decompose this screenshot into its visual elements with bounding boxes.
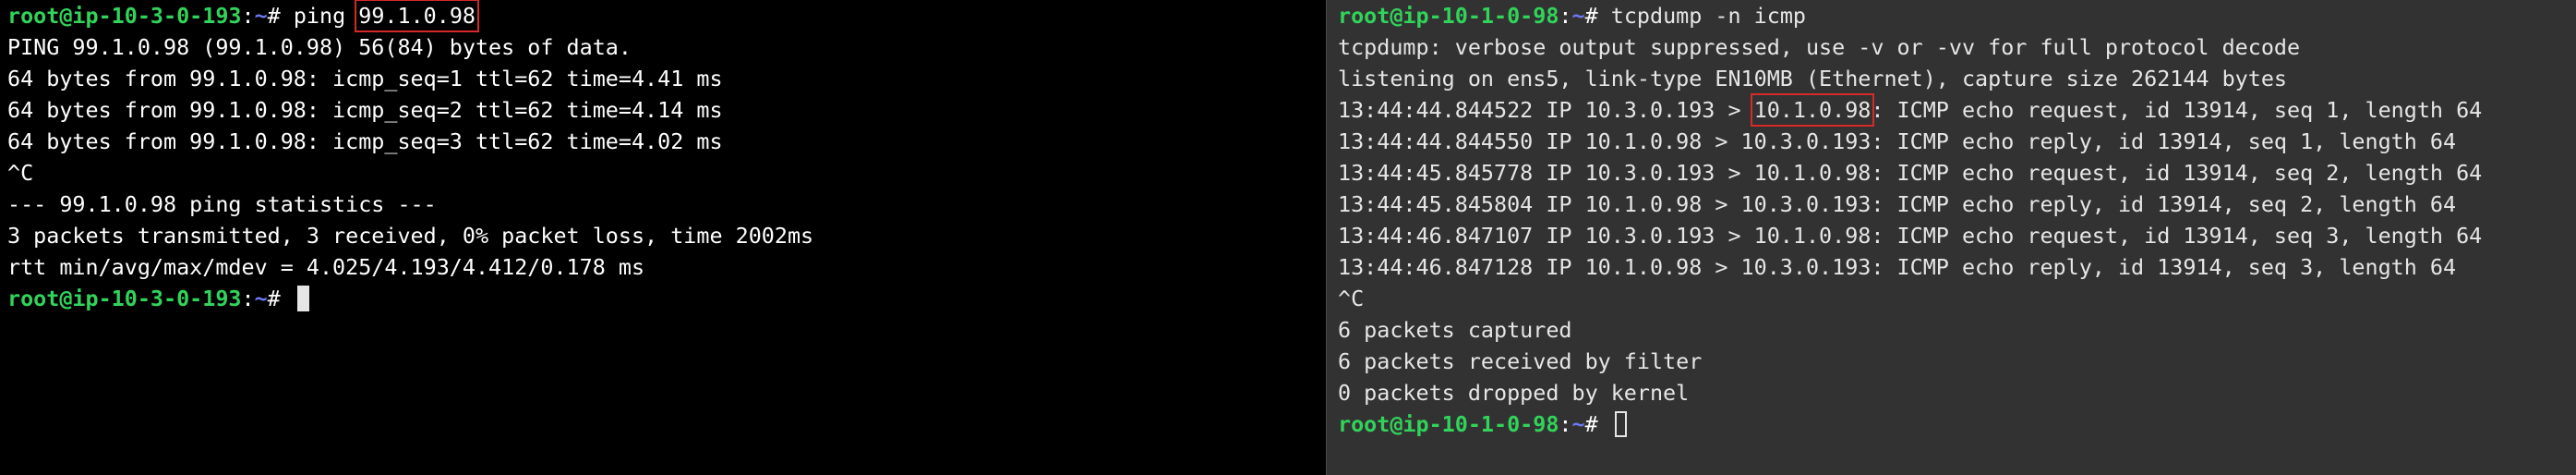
- prompt-path: ~: [254, 3, 268, 29]
- right-terminal-pane[interactable]: root@ip-10-1-0-98:~# tcpdump -n icmp tcp…: [1327, 0, 2576, 475]
- prompt-path: ~: [254, 286, 268, 311]
- packet-line: 13:44:44.844550 IP 10.1.0.98 > 10.3.0.19…: [1338, 128, 2457, 154]
- command-line: root@ip-10-1-0-98:~# tcpdump -n icmp: [1327, 0, 2576, 31]
- output-line: tcpdump: verbose output suppressed, use …: [1338, 34, 2301, 60]
- output-line: 6 packets captured: [1338, 317, 1572, 343]
- prompt-hash: #: [1584, 411, 1611, 437]
- active-prompt-line[interactable]: root@ip-10-3-0-193:~#: [0, 283, 1326, 314]
- prompt-hash: #: [1584, 3, 1611, 29]
- packet-suffix: : ICMP echo request, id 13914, seq 1, le…: [1871, 97, 2483, 123]
- text-cursor: [1614, 411, 1627, 437]
- highlighted-ping-target: 99.1.0.98: [355, 0, 480, 32]
- prompt-user: root@ip-10-1-0-98: [1338, 3, 1559, 29]
- prompt-hash: #: [267, 3, 294, 29]
- prompt-path: ~: [1571, 3, 1585, 29]
- prompt-user: root@ip-10-3-0-193: [7, 286, 242, 311]
- packet-prefix: 13:44:44.844522 IP 10.3.0.193 >: [1338, 97, 1754, 123]
- output-line: 64 bytes from 99.1.0.98: icmp_seq=1 ttl=…: [7, 66, 723, 91]
- prompt-user: root@ip-10-1-0-98: [1338, 411, 1559, 437]
- output-line: 0 packets dropped by kernel: [1338, 380, 1690, 406]
- active-prompt-line[interactable]: root@ip-10-1-0-98:~#: [1327, 408, 2576, 440]
- output-line: listening on ens5, link-type EN10MB (Eth…: [1338, 66, 2288, 91]
- command-text: ping: [293, 3, 359, 29]
- command-line: root@ip-10-3-0-193:~# ping 99.1.0.98: [0, 0, 1326, 32]
- text-cursor: [296, 286, 309, 311]
- packet-line: 13:44:44.844522 IP 10.3.0.193 > 10.1.0.9…: [1327, 93, 2576, 127]
- output-line: rtt min/avg/max/mdev = 4.025/4.193/4.412…: [7, 254, 645, 280]
- prompt-hash: #: [267, 286, 294, 311]
- output-line: 6 packets received by filter: [1338, 348, 1703, 374]
- prompt-path: ~: [1571, 411, 1585, 437]
- prompt-separator: :: [241, 3, 255, 29]
- left-terminal-pane[interactable]: root@ip-10-3-0-193:~# ping 99.1.0.98 PIN…: [0, 0, 1326, 475]
- prompt-user: root@ip-10-3-0-193: [7, 3, 242, 29]
- output-line: 64 bytes from 99.1.0.98: icmp_seq=2 ttl=…: [7, 97, 723, 123]
- highlighted-destination-ip: 10.1.0.98: [1750, 93, 1875, 127]
- command-text: tcpdump -n icmp: [1610, 3, 1807, 29]
- packet-line: 13:44:46.847128 IP 10.1.0.98 > 10.3.0.19…: [1338, 254, 2457, 280]
- prompt-separator: :: [1559, 3, 1572, 29]
- output-line: ^C: [7, 160, 34, 186]
- output-line: PING 99.1.0.98 (99.1.0.98) 56(84) bytes …: [7, 34, 632, 60]
- packet-line: 13:44:45.845804 IP 10.1.0.98 > 10.3.0.19…: [1338, 191, 2457, 217]
- packet-line: 13:44:45.845778 IP 10.3.0.193 > 10.1.0.9…: [1338, 160, 2483, 186]
- prompt-separator: :: [241, 286, 255, 311]
- output-line: ^C: [1338, 286, 1365, 311]
- packet-line: 13:44:46.847107 IP 10.3.0.193 > 10.1.0.9…: [1338, 223, 2483, 249]
- output-line: --- 99.1.0.98 ping statistics ---: [7, 191, 437, 217]
- output-line: 3 packets transmitted, 3 received, 0% pa…: [7, 223, 814, 249]
- prompt-separator: :: [1559, 411, 1572, 437]
- output-line: 64 bytes from 99.1.0.98: icmp_seq=3 ttl=…: [7, 128, 723, 154]
